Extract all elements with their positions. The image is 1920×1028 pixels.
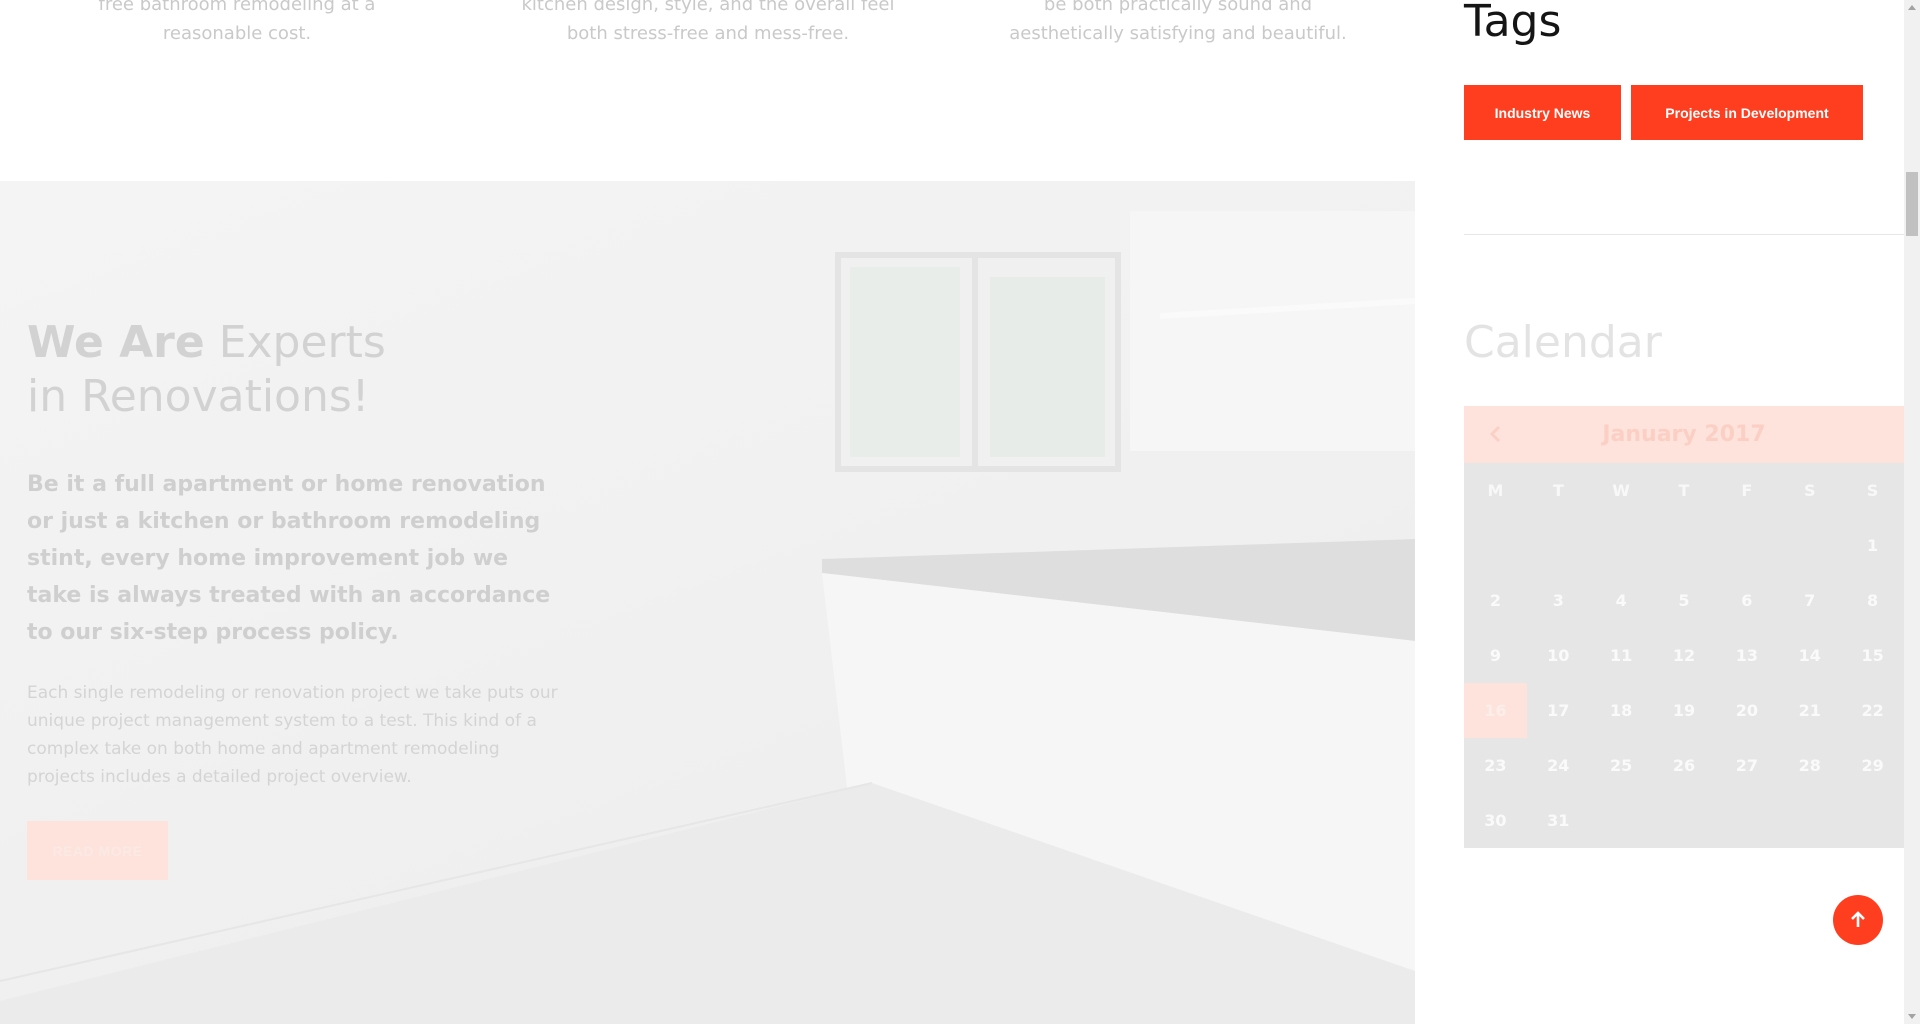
calendar-weekday: T (1678, 481, 1690, 500)
scroll-up-arrow-icon[interactable] (1904, 0, 1920, 16)
calendar-day[interactable]: 13 (1715, 628, 1778, 683)
service-description-1: free bathroom remodeling at a reasonable… (47, 0, 427, 48)
calendar-empty-cell (1778, 518, 1841, 573)
arrow-up-icon (1851, 911, 1865, 927)
service-text-line: reasonable cost. (162, 23, 312, 44)
services-section: free bathroom remodeling at a reasonable… (0, 0, 1415, 181)
service-description-3: be both practically sound and aesthetica… (988, 0, 1368, 48)
calendar-weekday: S (1803, 481, 1816, 500)
calendar-day[interactable]: 12 (1653, 628, 1716, 683)
calendar-empty-cell (1590, 518, 1653, 573)
calendar-day[interactable]: 8 (1841, 573, 1904, 628)
calendar-widget-title: Calendar (1464, 317, 1662, 368)
hero-heading-line2: in Renovations! (27, 371, 370, 422)
calendar-day[interactable]: 14 (1778, 628, 1841, 683)
calendar-day[interactable]: 21 (1778, 683, 1841, 738)
calendar-weekday: S (1866, 481, 1879, 500)
tags-widget-title: Tags (1464, 0, 1562, 47)
calendar-day[interactable]: 3 (1527, 573, 1590, 628)
service-description-2: kitchen design, style, and the overall f… (518, 0, 898, 48)
service-text-line: be both practically sound and (1043, 0, 1313, 15)
back-to-top-button[interactable] (1833, 895, 1883, 945)
service-text-line: aesthetically satisfying and beautiful. (1009, 23, 1347, 44)
scroll-down-arrow-icon[interactable] (1904, 1008, 1920, 1024)
calendar-day[interactable]: 10 (1527, 628, 1590, 683)
service-text-line: free bathroom remodeling at a (98, 0, 376, 15)
page-scrollbar[interactable] (1904, 0, 1920, 1024)
calendar-day[interactable]: 19 (1653, 683, 1716, 738)
calendar-weekday: M (1487, 481, 1504, 500)
calendar-day[interactable]: 28 (1778, 738, 1841, 793)
calendar-day[interactable]: 6 (1715, 573, 1778, 628)
calendar-grid: M T W T F S S 1 2 3 4 5 6 7 8 9 10 11 12 13 14 15 16 17 18 19 20 21… (1464, 463, 1904, 848)
calendar-weekday: F (1741, 481, 1753, 500)
calendar-day[interactable]: 11 (1590, 628, 1653, 683)
calendar-day[interactable]: 27 (1715, 738, 1778, 793)
calendar-day[interactable]: 17 (1527, 683, 1590, 738)
widget-divider (1464, 234, 1904, 235)
calendar-day[interactable]: 1 (1841, 518, 1904, 573)
calendar-empty-cell (1464, 518, 1527, 573)
calendar-weekday: W (1612, 481, 1630, 500)
scrollbar-thumb[interactable] (1906, 172, 1918, 236)
tag-projects-in-development[interactable]: Projects in Development (1631, 85, 1863, 140)
read-more-button[interactable]: READ MORE (27, 821, 168, 880)
calendar-day[interactable]: 9 (1464, 628, 1527, 683)
hero-heading-rest: Experts (204, 317, 386, 368)
calendar-day[interactable]: 31 (1527, 793, 1590, 848)
calendar-day[interactable]: 15 (1841, 628, 1904, 683)
calendar-empty-cell (1715, 518, 1778, 573)
calendar-day[interactable]: 5 (1653, 573, 1716, 628)
calendar-day[interactable]: 22 (1841, 683, 1904, 738)
hero-lead-text: Be it a full apartment or home renovatio… (27, 472, 551, 645)
calendar-day[interactable]: 24 (1527, 738, 1590, 793)
chevron-left-icon[interactable] (1482, 420, 1510, 448)
calendar-day[interactable]: 29 (1841, 738, 1904, 793)
sidebar: Tags Industry News Projects in Developme… (1415, 0, 1904, 1024)
next-section-edge (0, 1001, 1415, 1024)
service-text-line: kitchen design, style, and the overall f… (521, 0, 895, 15)
hero-body-text: Each single remodeling or renovation pro… (27, 683, 558, 787)
calendar-day[interactable]: 23 (1464, 738, 1527, 793)
tag-industry-news[interactable]: Industry News (1464, 85, 1621, 140)
calendar-day[interactable]: 2 (1464, 573, 1527, 628)
calendar-month-label: January 2017 (1602, 422, 1766, 447)
calendar-weekday: T (1552, 481, 1564, 500)
hero-content: We Are Experts in Renovations! Be it a f… (27, 316, 567, 880)
hero-section: We Are Experts in Renovations! Be it a f… (0, 181, 1415, 1001)
calendar-day[interactable]: 30 (1464, 793, 1527, 848)
calendar-day-today[interactable]: 16 (1464, 683, 1527, 738)
calendar-day[interactable]: 20 (1715, 683, 1778, 738)
hero-heading-strong: We Are (27, 317, 205, 368)
hero-heading: We Are Experts in Renovations! (27, 316, 567, 424)
calendar-empty-cell (1527, 518, 1590, 573)
service-text-line: both stress-free and mess-free. (566, 23, 850, 44)
calendar-day[interactable]: 4 (1590, 573, 1653, 628)
calendar-day[interactable]: 18 (1590, 683, 1653, 738)
calendar-day[interactable]: 25 (1590, 738, 1653, 793)
calendar-header: January 2017 (1464, 406, 1904, 463)
calendar-day[interactable]: 26 (1653, 738, 1716, 793)
calendar-widget: January 2017 M T W T F S S 1 2 3 4 5 6 7 8 9 10 11 12 13 14 1… (1464, 406, 1904, 848)
calendar-empty-cell (1653, 518, 1716, 573)
calendar-day[interactable]: 7 (1778, 573, 1841, 628)
